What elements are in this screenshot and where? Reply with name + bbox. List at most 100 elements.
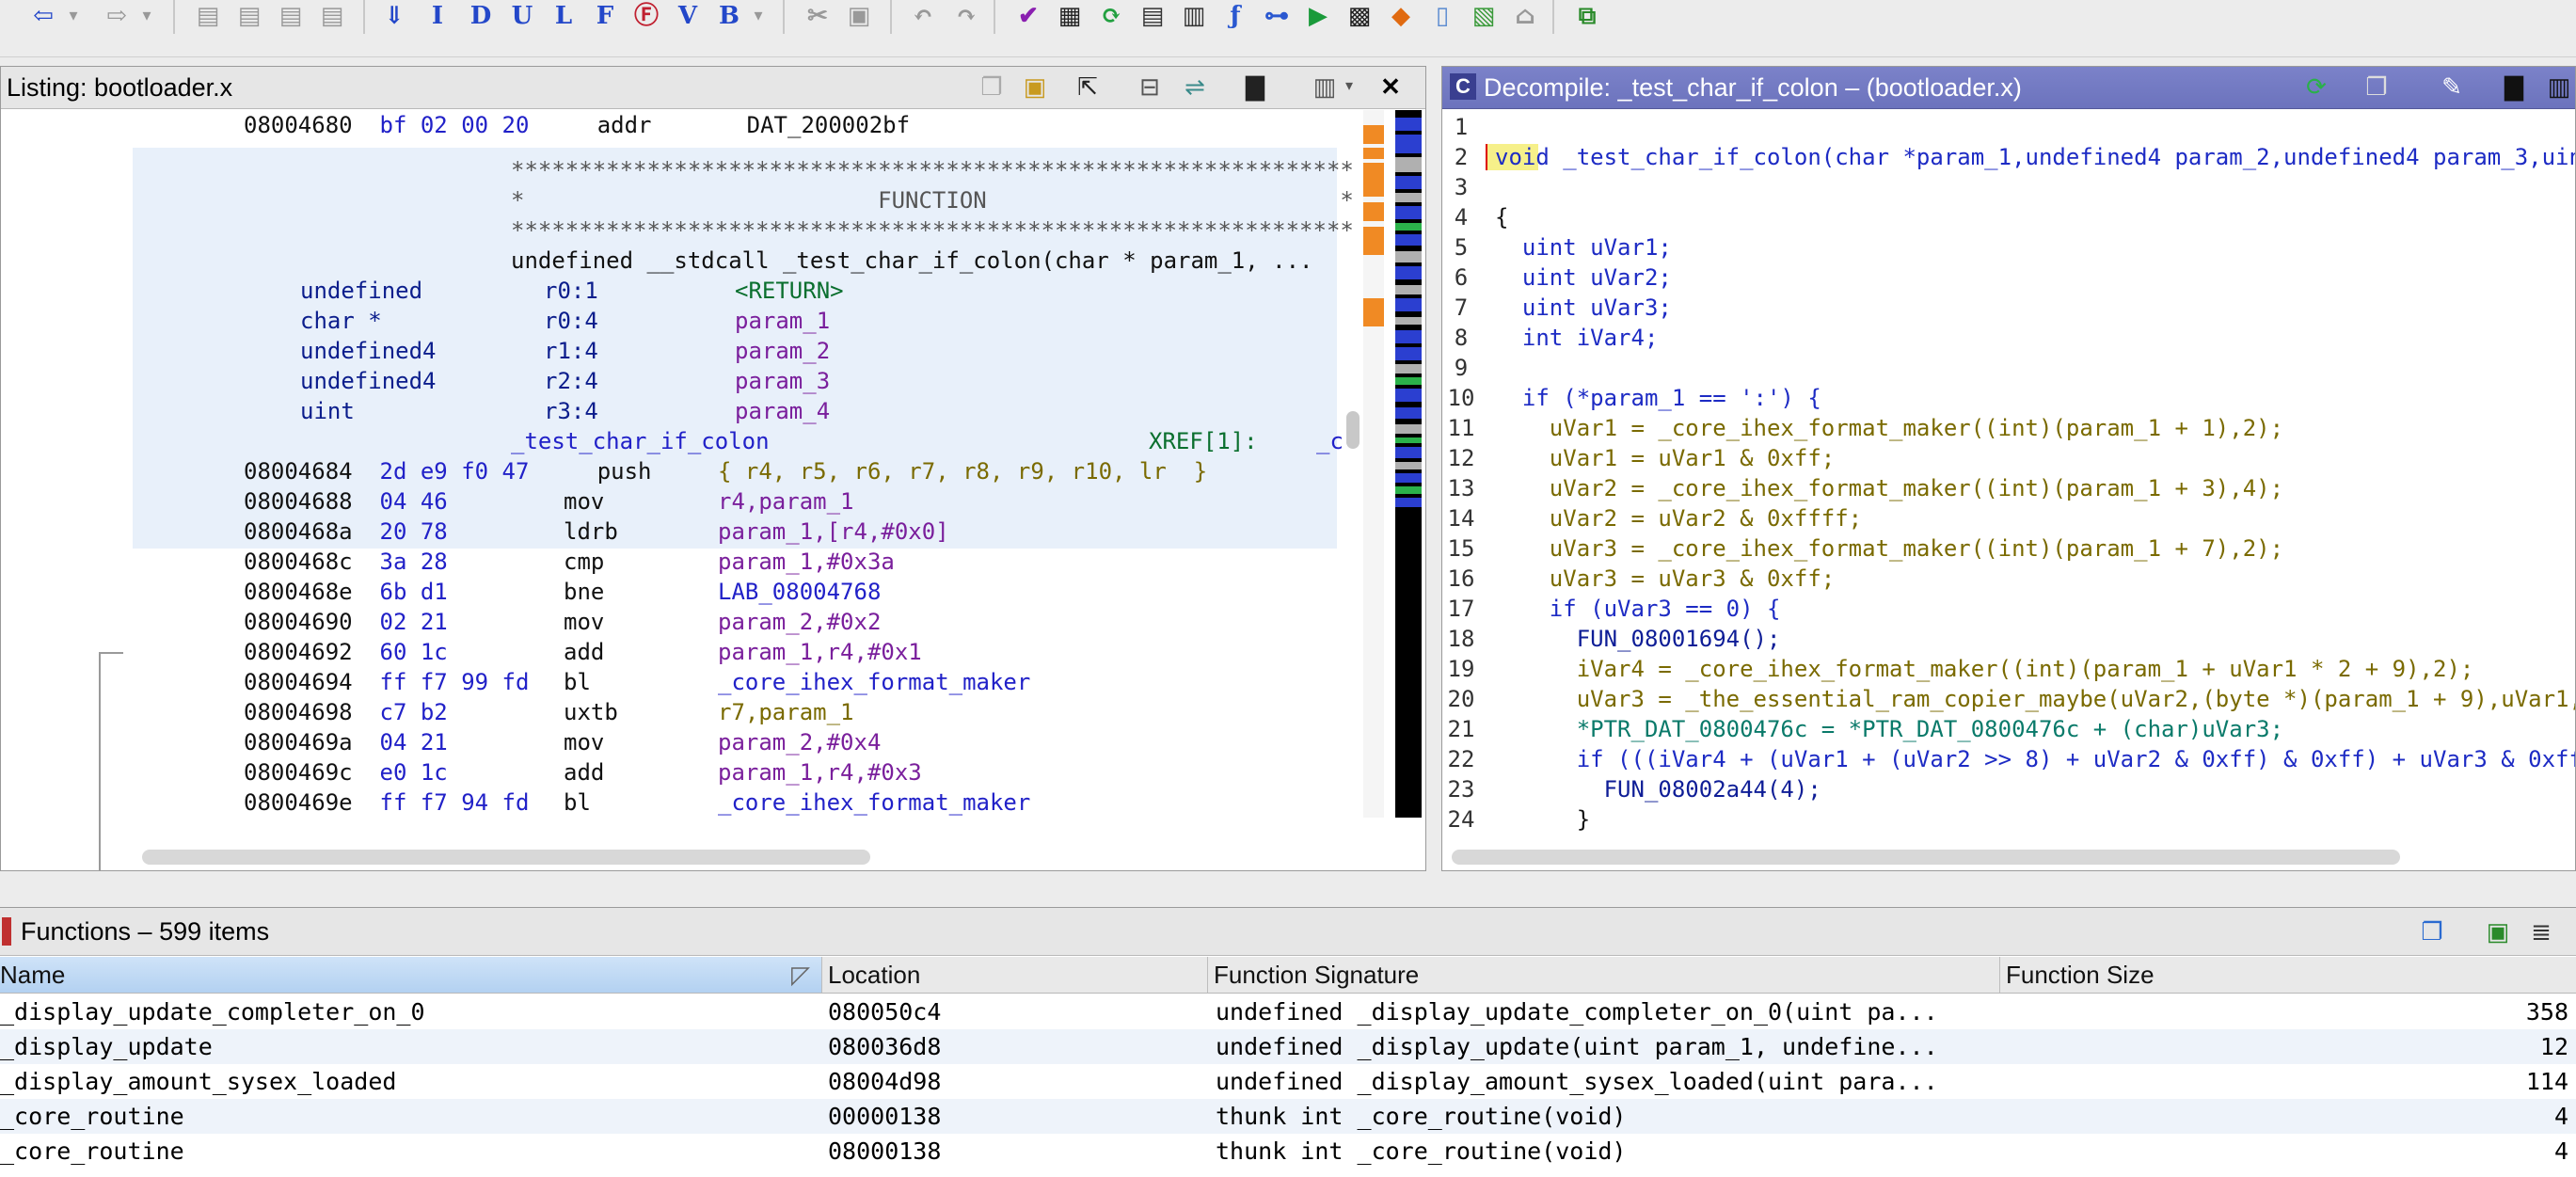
next-label-icon[interactable]: L [549, 2, 578, 30]
snapshot-camera-icon[interactable]: ▇ [1241, 72, 1269, 101]
decompile-hscroll-thumb[interactable] [1452, 850, 2400, 865]
code-line[interactable]: uint uVar2; [1495, 262, 1672, 293]
function-signature[interactable]: undefined __stdcall _test_char_if_colon(… [511, 246, 1313, 276]
operand[interactable]: param_1,#0x3a [718, 547, 895, 577]
graph-icon[interactable]: ⊶ [1261, 2, 1293, 30]
listing-vscroll-thumb[interactable] [1346, 411, 1360, 449]
next-nonfunction-icon[interactable]: Ⓕ [632, 2, 660, 30]
refresh-green-icon[interactable]: ⟳ [1095, 2, 1127, 30]
options-icon[interactable]: ▥ [2545, 72, 2573, 101]
plugin-icon[interactable]: ⧉ [1571, 2, 1603, 30]
copy-icon[interactable]: ❐ [978, 72, 1006, 101]
code-line[interactable]: uint uVar3; [1495, 293, 1672, 323]
paste-icon[interactable]: ▣ [843, 2, 875, 30]
listing-row[interactable]: 08004684 2d e9 f0 47 push [244, 456, 652, 486]
filter-icon[interactable]: ◸ [791, 957, 810, 993]
call-target-link[interactable]: _core_ihex_format_maker [718, 667, 1030, 697]
bookmark-menu-icon[interactable]: ▾ [749, 2, 768, 30]
table-row[interactable]: _display_update 080036d8 undefined _disp… [0, 1029, 2576, 1064]
copy-table-icon[interactable]: ❐ [2418, 917, 2446, 946]
close-icon[interactable]: ✕ [1376, 72, 1405, 101]
column-header-signature[interactable]: Function Signature [1208, 957, 2000, 993]
marker-margin[interactable] [1363, 110, 1384, 818]
xref-link[interactable]: _c [1316, 426, 1344, 456]
listing-row[interactable]: 08004690 02 21 [244, 607, 448, 637]
code-line[interactable]: int iVar4; [1495, 323, 1659, 353]
listing-row[interactable]: 08004698 c7 b2 [244, 697, 448, 727]
code-line[interactable]: uint uVar1; [1495, 232, 1672, 262]
code-line[interactable]: uVar2 = _core_ihex_format_maker((int)(pa… [1495, 473, 2283, 503]
redo-icon[interactable]: ↷ [950, 2, 982, 30]
code-line[interactable]: uVar1 = _core_ihex_format_maker((int)(pa… [1495, 413, 2283, 443]
param-type[interactable]: char * [300, 306, 382, 336]
table-row[interactable]: _core_routine 08000138 thunk int _core_r… [0, 1134, 2576, 1169]
listing-row[interactable]: 0800468c 3a 28 [244, 547, 448, 577]
listing-row[interactable]: 0800469a 04 21 [244, 727, 448, 757]
list-options-icon[interactable]: ≣ [2527, 917, 2555, 946]
code-line[interactable]: uVar1 = uVar1 & 0xff; [1495, 443, 1835, 473]
next-value-icon[interactable]: V [674, 2, 702, 30]
table-row[interactable]: _display_update_completer_on_0 080050c4 … [0, 994, 2576, 1029]
column-header-name[interactable]: Name ◸ [0, 957, 822, 993]
refresh-icon[interactable]: ⟳ [2302, 72, 2330, 101]
listing-row[interactable]: 0800469c e0 1c [244, 757, 448, 787]
code-line[interactable]: uVar3 = _core_ihex_format_maker((int)(pa… [1495, 533, 2283, 564]
code-line[interactable]: uVar3 = _the_essential_ram_copier_maybe(… [1495, 684, 2575, 714]
listing-row[interactable]: 0800469e ff f7 94 fd [244, 787, 529, 818]
code-line[interactable]: *PTR_DAT_0800476c = *PTR_DAT_0800476c + … [1495, 714, 2283, 744]
code-line[interactable]: if (*param_1 == ':') { [1495, 383, 1821, 413]
nav-doc-1-icon[interactable]: ▤ [192, 2, 224, 30]
forward-arrow-icon[interactable]: ⇨ [100, 2, 134, 30]
import-icon[interactable]: ▧ [1468, 2, 1500, 30]
options-menu-icon[interactable]: ▾ [1335, 72, 1363, 101]
code-line[interactable]: iVar4 = _core_ihex_format_maker((int)(pa… [1495, 654, 2474, 684]
function-label[interactable]: _test_char_if_colon [511, 426, 770, 456]
doc-icon[interactable]: ▯ [1426, 2, 1458, 30]
listing-row[interactable]: 08004694 ff f7 99 fd [244, 667, 529, 697]
operand[interactable]: param_1,[r4,#0x0] [718, 517, 949, 547]
run-icon[interactable]: ▶ [1302, 2, 1334, 30]
column-header-size[interactable]: Function Size [2000, 957, 2576, 993]
check-icon[interactable]: ✔ [1012, 2, 1044, 30]
data-table-icon[interactable]: ▥ [1178, 2, 1210, 30]
code-line[interactable]: } [1495, 804, 1590, 835]
forward-menu-icon[interactable]: ▾ [137, 2, 156, 30]
code-line[interactable]: uVar3 = uVar3 & 0xff; [1495, 564, 1835, 594]
code-line-signature[interactable]: void _test_char_if_colon(char *param_1,u… [1495, 142, 2575, 172]
cursor-select-icon[interactable]: ⇱ [1073, 72, 1102, 101]
listing-margin[interactable]: ▼ [1, 110, 133, 870]
next-undefined-icon[interactable]: U [508, 2, 536, 30]
snapshot-camera-icon[interactable]: ▇ [2500, 72, 2528, 101]
chip-icon[interactable]: ▩ [1344, 2, 1375, 30]
next-down-icon[interactable]: ⇓ [380, 2, 408, 30]
param-type[interactable]: uint [300, 396, 355, 426]
overview-bar[interactable] [1395, 110, 1422, 818]
edit-signature-icon[interactable]: ✎ [2438, 72, 2466, 101]
table-icon[interactable]: ▤ [1137, 2, 1169, 30]
table-row[interactable]: _core_routine 00000138 thunk int _core_r… [0, 1099, 2576, 1134]
code-line[interactable]: if (((iVar4 + (uVar1 + (uVar2 >> 8) + uV… [1495, 744, 2575, 774]
listing-row[interactable]: 0800468e 6b d1 [244, 577, 448, 607]
table-row[interactable]: _display_amount_sysex_loaded 08004d98 un… [0, 1064, 2576, 1099]
code-line[interactable]: FUN_08001694(); [1495, 624, 1781, 654]
listing-hscroll-thumb[interactable] [142, 850, 870, 865]
operand[interactable]: param_1,r4,#0x1 [718, 637, 922, 667]
operand[interactable]: { r4, r5, r6, r7, r8, r9, r10, lr } [718, 456, 1207, 486]
code-line[interactable]: { [1495, 202, 1508, 232]
undo-icon[interactable]: ↶ [907, 2, 939, 30]
diff-icon[interactable]: ⇌ [1181, 72, 1209, 101]
operand[interactable]: r7,param_1 [718, 697, 854, 727]
next-bookmark-icon[interactable]: B [715, 2, 743, 30]
column-header-location[interactable]: Location [822, 957, 1208, 993]
listing-row[interactable]: 0800468a 20 78 [244, 517, 448, 547]
copy-icon[interactable]: ❐ [2362, 72, 2391, 101]
param-type[interactable]: undefined4 [300, 366, 437, 396]
decompile-code-area[interactable]: void _test_char_if_colon(char *param_1,u… [1484, 110, 2575, 863]
listing-code-area[interactable]: 08004680 bf 02 00 20 addr DAT_200002bf *… [133, 110, 1360, 870]
call-target-link[interactable]: _core_ihex_format_maker [718, 787, 1030, 818]
branch-target-link[interactable]: LAB_08004768 [718, 577, 881, 607]
code-line[interactable]: if (uVar3 == 0) { [1495, 594, 1781, 624]
operand[interactable]: r4,param_1 [718, 486, 854, 517]
operand[interactable]: param_2,#0x2 [718, 607, 881, 637]
next-instruction-icon[interactable]: I [423, 2, 452, 30]
